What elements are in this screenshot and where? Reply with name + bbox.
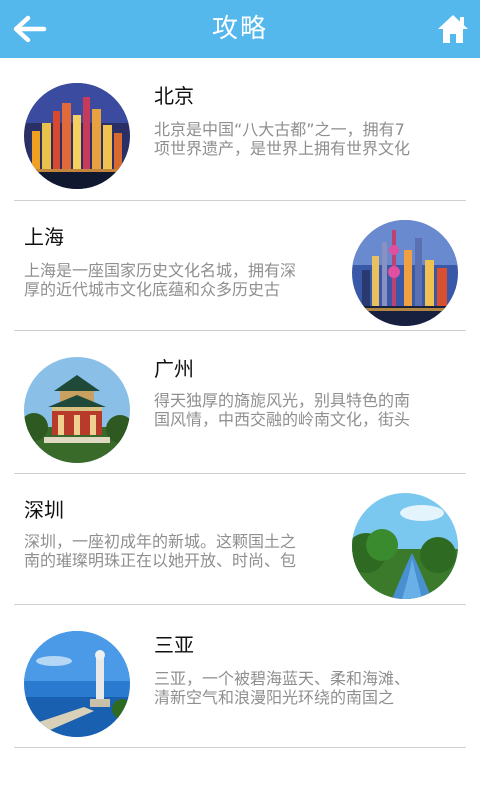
city-description: 上海是一座国家历史文化名城，拥有深 厚的近代城市文化底蕴和众多历史古 <box>24 261 297 299</box>
city-description: 三亚，一个被碧海蓝天、柔和海滩、 清新空气和浪漫阳光环绕的南国之 <box>154 669 411 707</box>
city-image-sanya <box>24 631 130 737</box>
list-item-sanya[interactable]: 三亚 三亚，一个被碧海蓝天、柔和海滩、 清新空气和浪漫阳光环绕的南国之 <box>0 605 480 747</box>
city-name: 三亚 <box>154 633 194 657</box>
list-item-beijing[interactable]: 北京 北京是中国“八大古都”之一，拥有7 项世界遗产，是世界上拥有世界文化 <box>0 58 480 200</box>
list-item-guangzhou[interactable]: 广州 得天独厚的旖旎风光，别具特色的南 国风情，中西交融的岭南文化，街头 <box>0 331 480 471</box>
city-name: 广州 <box>154 357 194 381</box>
city-name: 深圳 <box>24 498 64 522</box>
page-title: 攻略 <box>211 14 268 44</box>
home-icon <box>438 15 468 43</box>
city-description: 北京是中国“八大古都”之一，拥有7 项世界遗产，是世界上拥有世界文化 <box>154 120 411 158</box>
city-name: 北京 <box>154 84 194 108</box>
city-image-beijing <box>24 83 130 189</box>
list-item-shanghai[interactable]: 上海 上海是一座国家历史文化名城，拥有深 厚的近代城市文化底蕴和众多历史古 <box>0 201 480 330</box>
city-description: 得天独厚的旖旎风光，别具特色的南 国风情，中西交融的岭南文化，街头 <box>154 391 411 429</box>
app-header: 攻略 <box>0 0 480 58</box>
city-name: 上海 <box>24 225 64 249</box>
city-image-shanghai <box>352 220 458 326</box>
city-description: 深圳，一座初成年的新城。这颗国土之 南的璀璨明珠正在以她开放、时尚、包 <box>24 532 297 570</box>
city-image-shenzhen <box>352 493 458 599</box>
home-button[interactable] <box>436 12 470 46</box>
divider <box>14 747 466 748</box>
list-item-shenzhen[interactable]: 深圳 深圳，一座初成年的新城。这颗国土之 南的璀璨明珠正在以她开放、时尚、包 <box>0 474 480 604</box>
city-image-guangzhou <box>24 357 130 463</box>
